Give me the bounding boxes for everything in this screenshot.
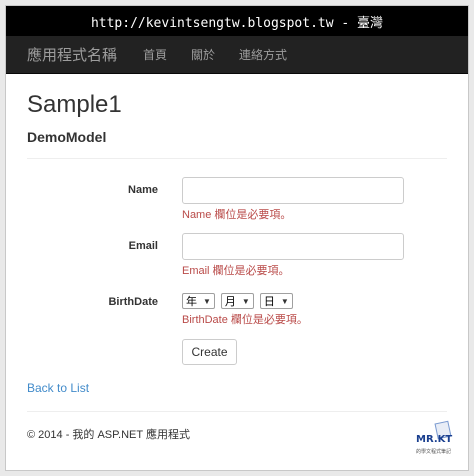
email-input[interactable] — [182, 233, 404, 260]
navbar: 應用程式名稱 首頁 關於 連絡方式 — [6, 36, 468, 74]
page-subtitle: DemoModel — [27, 129, 107, 145]
navbar-brand[interactable]: 應用程式名稱 — [27, 44, 117, 65]
name-form-group: Name Name 欄位是必要項。 — [27, 177, 447, 222]
mr-kt-logo: MR.KT 的學文程式筆記 — [416, 420, 452, 462]
watermark-banner: http://kevintsengtw.blogspot.tw - 臺灣 — [6, 6, 468, 36]
month-select-value: 月 — [224, 296, 236, 308]
submit-form-group: Create — [27, 339, 447, 365]
logo-text: MR.KT — [416, 434, 453, 445]
birthdate-label: BirthDate — [108, 296, 158, 308]
page-title: Sample1 — [27, 91, 122, 118]
email-error: Email 欄位是必要項。 — [182, 265, 290, 277]
name-label: Name — [128, 184, 158, 196]
nav-link-contact[interactable]: 連絡方式 — [239, 46, 287, 63]
chevron-down-icon: ▼ — [203, 296, 211, 306]
chevron-down-icon: ▼ — [241, 296, 250, 306]
name-error: Name 欄位是必要項。 — [182, 209, 292, 221]
email-form-group: Email Email 欄位是必要項。 — [27, 233, 447, 278]
footer-divider — [27, 411, 447, 412]
day-select-value: 日 — [263, 296, 275, 308]
year-select-value: 年 — [186, 296, 197, 308]
main-content: Sample1 DemoModel Name Name 欄位是必要項。 Emai… — [6, 91, 468, 442]
logo-subtext: 的學文程式筆記 — [416, 449, 452, 455]
year-select[interactable]: 年 ▼ — [182, 293, 215, 309]
back-to-list-link[interactable]: Back to List — [27, 381, 447, 395]
nav-link-about[interactable]: 關於 — [191, 46, 215, 63]
email-label: Email — [128, 240, 158, 252]
chevron-down-icon: ▼ — [280, 296, 289, 306]
birthdate-error: BirthDate 欄位是必要項。 — [182, 314, 308, 326]
create-button[interactable]: Create — [182, 339, 237, 365]
divider — [27, 158, 447, 159]
day-select[interactable]: 日 ▼ — [259, 293, 293, 309]
nav-link-home[interactable]: 首頁 — [143, 46, 167, 63]
footer-copyright: © 2014 - 我的 ASP.NET 應用程式 — [27, 429, 190, 441]
month-select[interactable]: 月 ▼ — [220, 293, 254, 309]
birthdate-form-group: BirthDate 年 ▼ 月 ▼ 日 ▼ BirthDate 欄位是必要項。 — [27, 289, 447, 327]
browser-frame: http://kevintsengtw.blogspot.tw - 臺灣 應用程… — [5, 5, 469, 471]
name-input[interactable] — [182, 177, 404, 204]
watermark-text: http://kevintsengtw.blogspot.tw - 臺灣 — [90, 15, 384, 31]
